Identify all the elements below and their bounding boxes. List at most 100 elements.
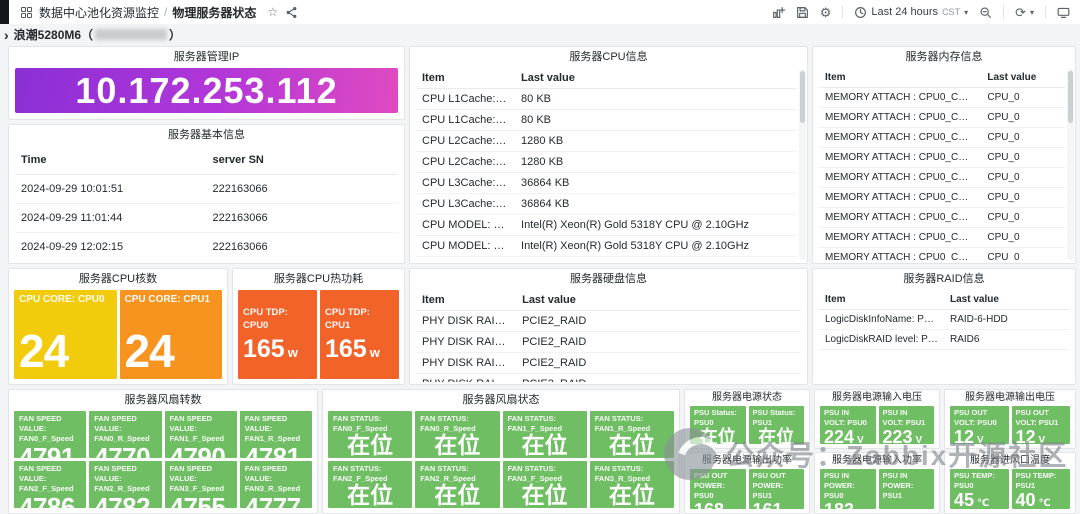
stat-tile-fan-speed: FAN SPEED VALUE: FAN1_R_Speed 4781 xyxy=(239,411,312,458)
stat-value: 在位 xyxy=(608,432,655,458)
column-header[interactable]: Item xyxy=(819,68,982,88)
stat-value: 161w xyxy=(753,501,801,509)
time-range-label: Last 24 hours xyxy=(871,6,939,18)
navbar-right: ⚙ Last 24 hours CST ▾ ⟳ ▾ xyxy=(772,5,1070,19)
column-header[interactable]: server SN xyxy=(206,146,398,175)
panel-psu-out-power: 服务器电源输出功率 PSU OUT POWER: PSU0168w PSU OU… xyxy=(684,452,810,514)
stat-tile-cpu1-tdp: CPU TDP: CPU1 165 w xyxy=(320,290,399,379)
stat-tile-fan-status: FAN STATUS: FAN0_R_Speed 在位 xyxy=(415,411,500,458)
star-icon[interactable]: ☆ xyxy=(267,5,278,19)
panel-title[interactable]: 服务器CPU核数 xyxy=(9,269,227,289)
column-header[interactable]: Time xyxy=(15,146,207,175)
stat-label: FAN SPEED VALUE: FAN0_R_Speed xyxy=(94,414,150,444)
toolbar-divider xyxy=(1003,5,1005,19)
panel-title[interactable]: 服务器RAID信息 xyxy=(813,269,1075,289)
cell: CPU L3Cache: CPU0 xyxy=(416,172,516,194)
stat-tile-fan-status: FAN STATUS: FAN1_F_Speed 在位 xyxy=(502,411,587,458)
stat-value: 4790 xyxy=(169,442,226,458)
table-row: CPU L3Cache: CPU136864 KB xyxy=(416,193,797,215)
panel-title[interactable]: 服务器风扇转数 xyxy=(9,390,317,410)
stat-value: 12 V xyxy=(1016,428,1067,444)
column-header[interactable]: Item xyxy=(416,290,517,311)
dashboards-icon[interactable] xyxy=(21,6,32,18)
refresh-button[interactable]: ⟳ ▾ xyxy=(1015,6,1034,19)
column-header[interactable]: Last value xyxy=(515,68,797,89)
zoom-out-icon[interactable] xyxy=(979,6,992,19)
panel-title[interactable]: 服务器进风口温度 xyxy=(945,453,1075,468)
stat-value: 168w xyxy=(694,501,742,509)
panel-title[interactable]: 服务器基本信息 xyxy=(9,125,404,145)
stat-tiles: PSU IN POWER: PSU0183w PSU IN POWER: PSU… xyxy=(820,469,934,509)
column-header[interactable]: Last value xyxy=(981,68,1065,88)
table-row: MEMORY ATTACH : CPU0_CH1_DIMM1CPU_0 xyxy=(819,147,1065,168)
stat-value: 在位 xyxy=(521,432,568,458)
stat-value: 40 ℃ xyxy=(1016,491,1067,509)
share-icon[interactable] xyxy=(285,6,298,19)
panel-title[interactable]: 服务器电源输出功率 xyxy=(685,453,809,468)
column-header[interactable]: Last value xyxy=(944,290,1069,310)
panel-title[interactable]: 服务器风扇状态 xyxy=(323,390,679,410)
cell: CPU_0 xyxy=(981,147,1065,168)
panel-title[interactable]: 服务器内存信息 xyxy=(813,47,1075,67)
row-collapse-chevron-icon[interactable]: › xyxy=(4,28,9,42)
stat-number: 12 xyxy=(1015,427,1036,444)
stat-value: 165 w xyxy=(325,336,394,362)
chevron-down-icon: ▾ xyxy=(1029,7,1034,17)
dashboard-settings-icon[interactable]: ⚙ xyxy=(820,6,832,19)
server-variable-selector[interactable]: 浪潮5280M6（ ） xyxy=(14,26,181,43)
table-row: CPU MODEL: CPU1 Intel(R) Xeon(R) Gold 531… xyxy=(416,235,797,257)
stat-tile-fan-status: FAN STATUS: FAN3_F_Speed 在位 xyxy=(502,461,587,508)
scrollbar[interactable] xyxy=(799,69,806,260)
cell: MEMORY ATTACH : CPU0_CH4_DIMM0 xyxy=(819,247,982,261)
panel-title[interactable]: 服务器硬盘信息 xyxy=(410,269,807,289)
stat-label: FAN SPEED VALUE: FAN1_R_Speed xyxy=(244,414,301,444)
cell: LogicDiskRAID level: PCIE2_RAID xyxy=(819,329,944,350)
stat-value: 在位 xyxy=(347,432,394,458)
table-row: CPU L2Cache: CPU01280 KB xyxy=(416,130,797,152)
sidebar-toggle[interactable] xyxy=(0,0,9,24)
cell: RAID-6-HDD xyxy=(944,309,1069,330)
table-row: MEMORY ATTACH : CPU0_CH3_DIMM0CPU_0 xyxy=(819,207,1065,228)
stat-tiles: PSU IN VOLT: PSU0 224 V PSU IN VOLT: PSU1 2… xyxy=(820,406,934,444)
panel-title[interactable]: 服务器管理IP xyxy=(9,47,404,67)
stat-label: FAN STATUS: FAN2_R_Speed xyxy=(420,464,476,484)
cell: PCIE2_RAID xyxy=(516,373,801,382)
time-range-picker[interactable]: Last 24 hours CST ▾ xyxy=(854,6,968,19)
panel-psu-in-volt: 服务器电源输入电压 PSU IN VOLT: PSU0 224 V PSU IN V… xyxy=(814,389,940,449)
panel-title[interactable]: 服务器电源输出电压 xyxy=(945,390,1075,405)
stat-number: 183 xyxy=(824,500,854,509)
stat-value: 4791 xyxy=(19,442,75,458)
stat-label: PSU OUT VOLT: PSU0 xyxy=(954,408,997,428)
cell: MEMORY ATTACH : CPU0_CH1_DIMM1 xyxy=(819,147,982,168)
panel-cpu-tdp: 服务器CPU热功耗 CPU TDP: CPU0 165 w CPU TDP: CP… xyxy=(232,268,405,385)
cell: MEMORY ATTACH : CPU0_CH2_DIMM0 xyxy=(819,167,982,188)
stat-tiles: PSU TEMP: PSU0 45 ℃ PSU TEMP: PSU1 40 ℃ xyxy=(950,469,1070,509)
server-variable-label: 浪潮5280M6（ xyxy=(13,28,94,42)
breadcrumb-root-link[interactable]: 数据中心池化资源监控 xyxy=(39,4,159,21)
stat-tile-fan-speed: FAN SPEED VALUE: FAN0_R_Speed 4770 xyxy=(89,411,162,458)
table-header-row: Time server SN xyxy=(15,146,398,175)
column-header[interactable]: Last value xyxy=(516,290,801,311)
tv-kiosk-icon[interactable] xyxy=(1057,6,1070,19)
panel-title[interactable]: 服务器电源状态 xyxy=(685,390,809,405)
stat-tile-cpu0-cores: CPU CORE: CPU0 24 xyxy=(14,290,117,379)
cell: 80 KB xyxy=(515,88,797,110)
table-header-row: Item Last value xyxy=(819,68,1065,88)
save-dashboard-icon[interactable] xyxy=(796,6,809,19)
scrollbar[interactable] xyxy=(1067,69,1074,260)
panel-title[interactable]: 服务器电源输入电压 xyxy=(815,390,939,405)
stat-label: FAN STATUS: FAN2_F_Speed xyxy=(333,464,388,484)
column-header[interactable]: Item xyxy=(416,68,516,89)
add-panel-icon[interactable] xyxy=(772,6,785,19)
panel-title[interactable]: 服务器电源输入功率 xyxy=(815,453,939,468)
stat-label: PSU OUT POWER: PSU1 xyxy=(752,471,786,501)
panel-title[interactable]: 服务器CPU热功耗 xyxy=(233,269,404,289)
panel-psu-in-power: 服务器电源输入功率 PSU IN POWER: PSU0183w PSU IN … xyxy=(814,452,940,514)
stat-value: 24 xyxy=(124,325,175,377)
panel-title[interactable]: 服务器CPU信息 xyxy=(410,47,807,67)
cell: 222163066 xyxy=(206,174,398,204)
stat-tile-psu-in-volt: PSU IN VOLT: PSU0 224 V xyxy=(820,406,876,444)
table-row: 2024-09-29 12:02:15 222163066 xyxy=(15,232,398,261)
column-header[interactable]: Item xyxy=(819,290,944,310)
stat-tiles: CPU CORE: CPU0 24 CPU CORE: CPU1 24 xyxy=(14,290,222,379)
